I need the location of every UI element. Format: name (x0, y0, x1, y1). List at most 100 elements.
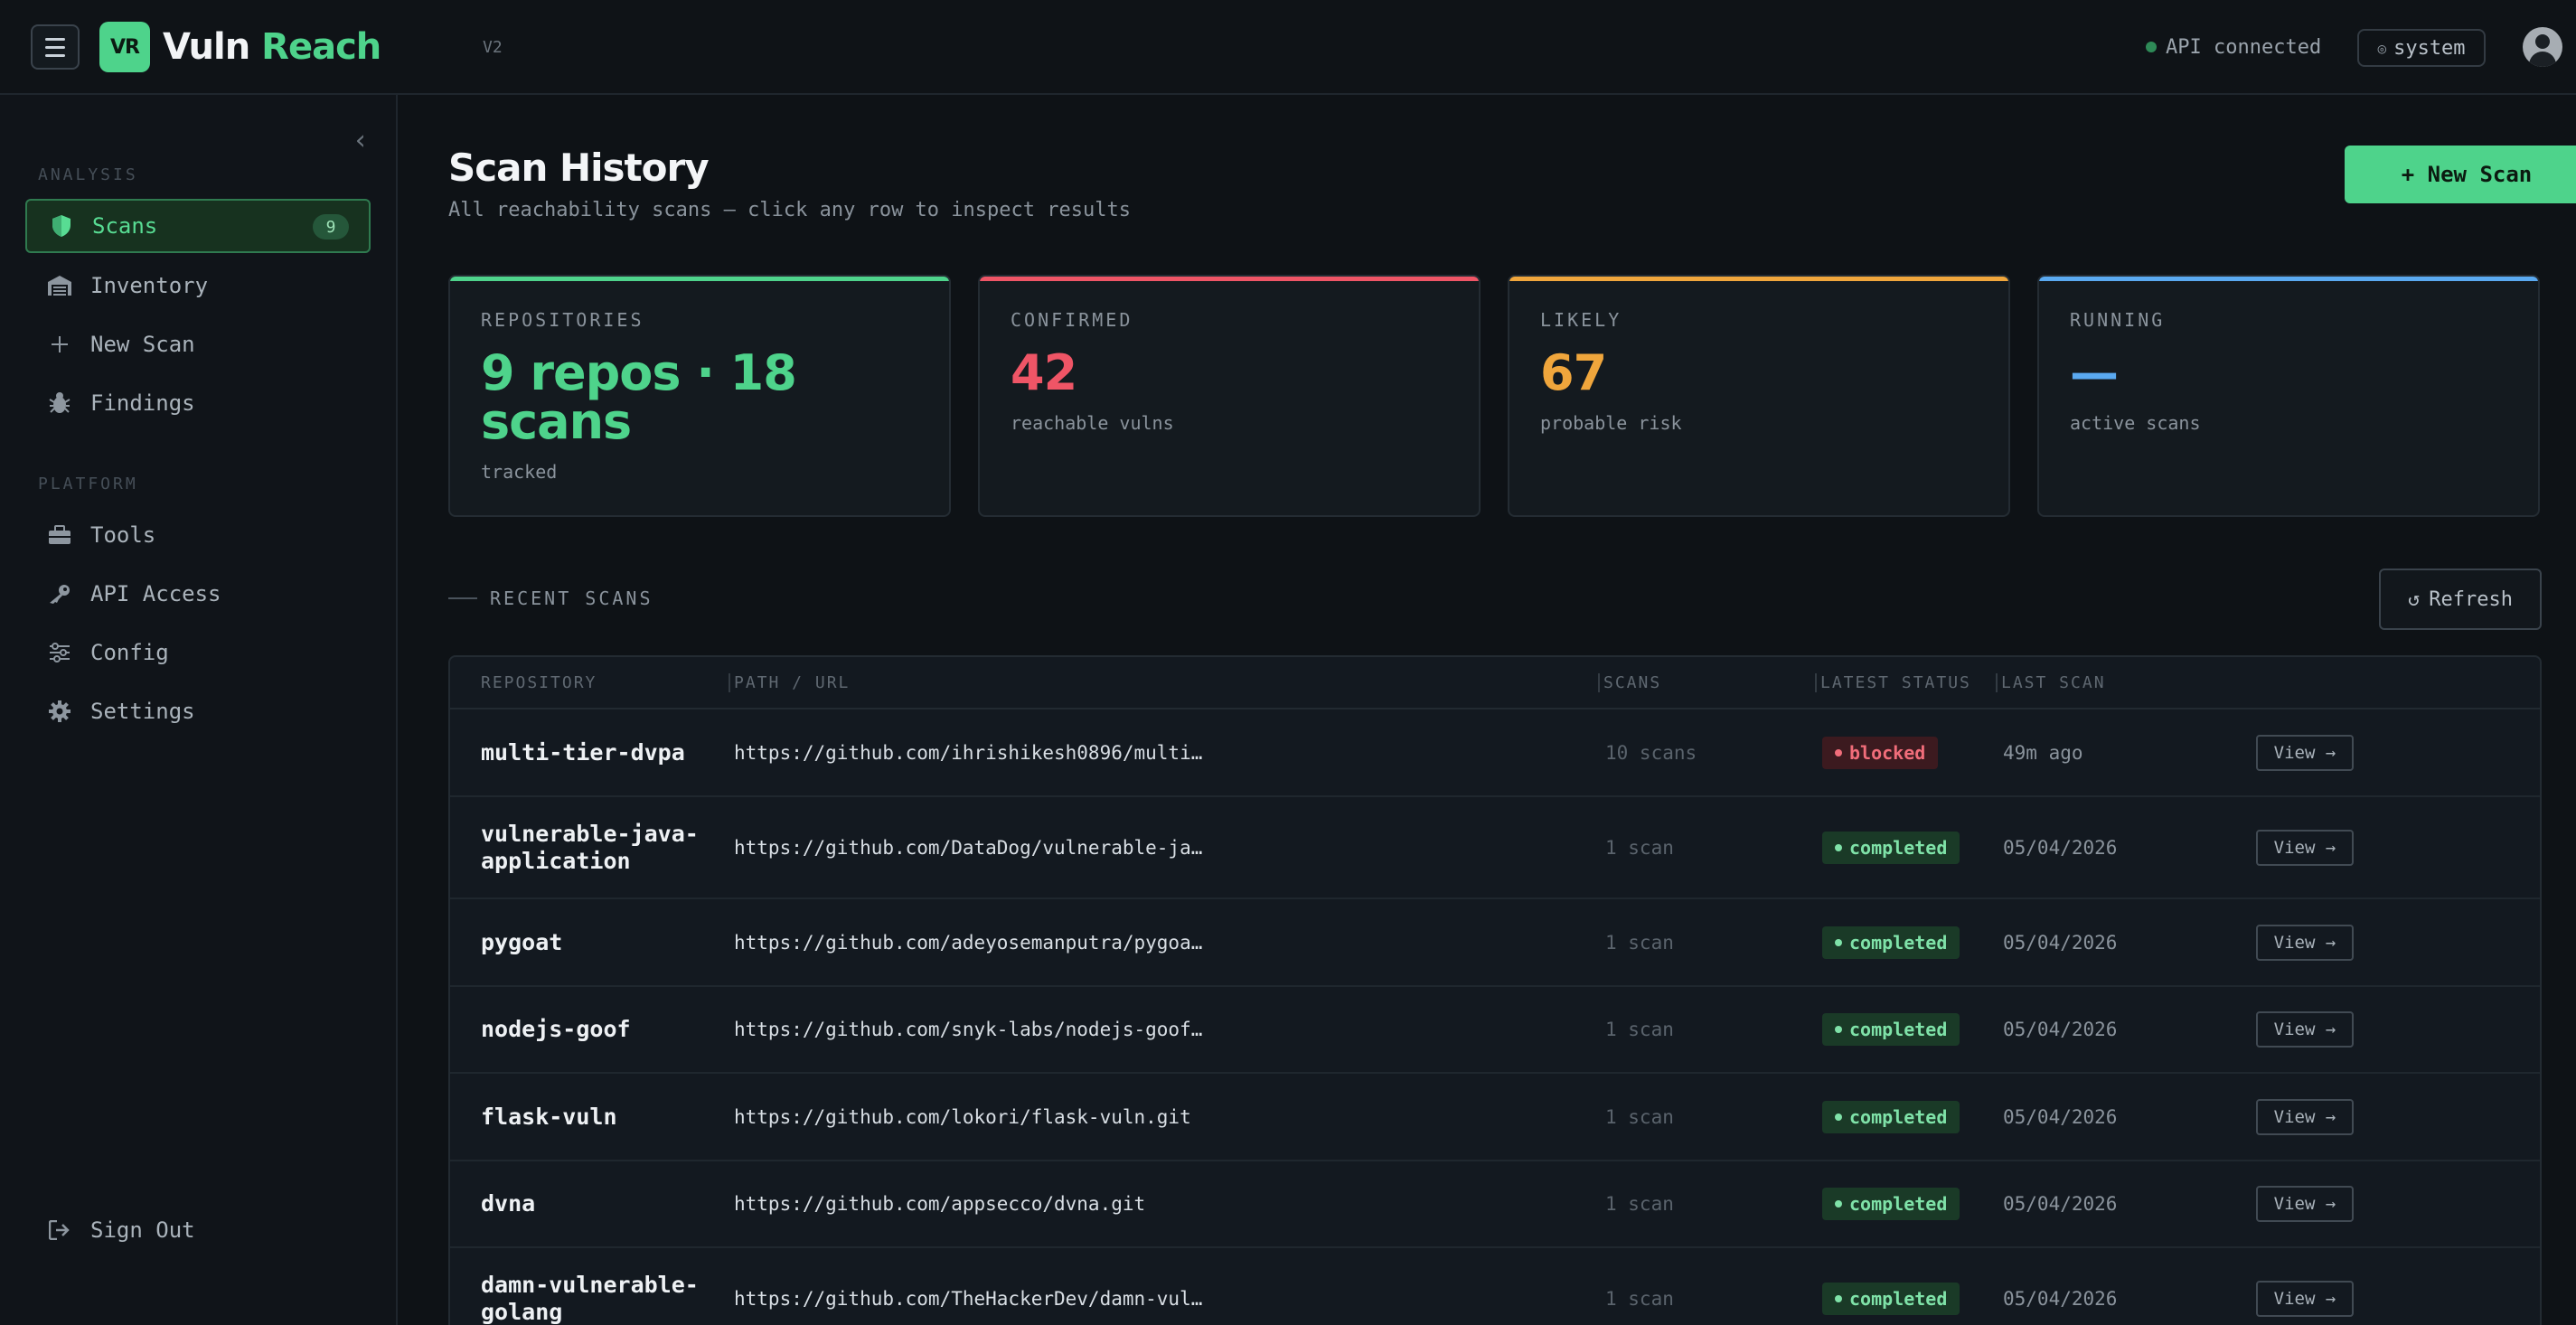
refresh-button[interactable]: ↺ Refresh (2379, 569, 2542, 630)
table-row[interactable]: dvna https://github.com/appsecco/dvna.gi… (450, 1161, 2540, 1248)
last-scan: 05/04/2026 (2003, 836, 2118, 859)
hamburger-icon-line (45, 37, 65, 41)
stat-value: — (2070, 344, 2119, 401)
scan-count: 1 scan (1605, 1019, 1674, 1040)
stat-label: REPOSITORIES (481, 309, 644, 331)
sidebar-item-findings[interactable]: Findings (25, 376, 371, 430)
repo-url: https://github.com/TheHackerDev/damn-vul… (734, 1287, 1203, 1310)
last-scan: 05/04/2026 (2003, 931, 2118, 954)
repo-name: flask-vuln (481, 1103, 617, 1130)
table-row[interactable]: flask-vuln https://github.com/lokori/fla… (450, 1074, 2540, 1161)
section-label-platform: PLATFORM (38, 475, 138, 493)
sidebar-item-tools[interactable]: Tools (25, 508, 371, 562)
sidebar-item-api-access[interactable]: API Access (25, 567, 371, 621)
view-button[interactable]: View → (2256, 734, 2354, 771)
sign-out-button[interactable]: Sign Out (25, 1203, 371, 1257)
stat-note: active scans (2070, 412, 2201, 434)
new-scan-button[interactable]: + New Scan (2345, 146, 2576, 203)
column-header-status[interactable]: LATEST STATUS (1815, 673, 1971, 692)
status-dot-icon (2146, 42, 2157, 52)
stat-card-running: RUNNING — active scans (2037, 275, 2540, 517)
repo-url: https://github.com/lokori/flask-vuln.git (734, 1105, 1191, 1128)
last-scan: 49m ago (2003, 741, 2083, 764)
repo-name: damn-vulnerable-golang (481, 1271, 699, 1325)
status-badge: completed (1822, 1013, 1960, 1046)
sidebar-item-inventory[interactable]: Inventory (25, 258, 371, 313)
avatar[interactable] (2523, 27, 2562, 67)
key-icon (47, 583, 72, 605)
collapse-sidebar-icon[interactable]: ‹ (353, 127, 369, 155)
view-button[interactable]: View → (2256, 1011, 2354, 1048)
plus-icon (47, 335, 72, 353)
heading-dash (448, 597, 477, 599)
scan-count: 1 scan (1605, 1287, 1674, 1310)
hamburger-icon-line (45, 53, 65, 57)
column-header-repository[interactable]: REPOSITORY (481, 673, 597, 692)
page-subtitle: All reachability scans — click any row t… (448, 199, 1131, 221)
table-row[interactable]: damn-vulnerable-golang https://github.co… (450, 1248, 2540, 1325)
card-accent-bar (980, 277, 1479, 281)
status-dot-icon (1835, 748, 1842, 756)
repo-name: pygoat (481, 928, 563, 955)
bug-icon (47, 391, 72, 415)
status-dot-icon (1835, 1113, 1842, 1121)
view-button[interactable]: View → (2256, 829, 2354, 866)
table-row[interactable]: vulnerable-java-application https://gith… (450, 797, 2540, 899)
column-header-last-scan[interactable]: LAST SCAN (1996, 673, 2106, 692)
scan-count: 1 scan (1605, 836, 1674, 859)
theme-label: system (2393, 36, 2466, 60)
recent-scans-label: RECENT SCANS (490, 587, 653, 609)
sidebar-item-label: New Scan (90, 332, 195, 357)
sidebar-item-scans[interactable]: Scans 9 (25, 199, 371, 253)
sidebar-item-new-scan[interactable]: New Scan (25, 317, 371, 371)
view-button[interactable]: View → (2256, 1098, 2354, 1135)
avatar-head-icon (2535, 34, 2550, 49)
theme-toggle-button[interactable]: ◎ system (2357, 29, 2486, 67)
sidebar-item-label: API Access (90, 581, 221, 606)
view-button[interactable]: View → (2256, 924, 2354, 961)
table-row[interactable]: pygoat https://github.com/adeyosemanputr… (450, 899, 2540, 987)
status-text: completed (1849, 836, 1948, 859)
card-accent-bar (2039, 277, 2538, 281)
status-dot-icon (1835, 1026, 1842, 1033)
status-badge: completed (1822, 831, 1960, 864)
gear-icon (47, 700, 72, 722)
toolbox-icon (47, 525, 72, 545)
page-title: Scan History (448, 146, 710, 190)
sidebar-item-label: Inventory (90, 273, 209, 298)
view-button[interactable]: View → (2256, 1280, 2354, 1317)
scan-count: 1 scan (1605, 1193, 1674, 1215)
api-status-text: API connected (2166, 35, 2322, 59)
view-button[interactable]: View → (2256, 1186, 2354, 1222)
status-badge: completed (1822, 1188, 1960, 1220)
sidebar-item-label: Config (90, 640, 169, 665)
sidebar-item-label: Settings (90, 699, 195, 724)
scans-table: REPOSITORY PATH / URL SCANS LATEST STATU… (448, 655, 2542, 1325)
sidebar-item-label: Scans (92, 213, 158, 239)
stat-note: tracked (481, 461, 558, 483)
sidebar-item-label: Tools (90, 522, 156, 548)
column-header-scans[interactable]: SCANS (1598, 673, 1661, 692)
status-text: completed (1849, 1019, 1948, 1040)
sidebar-item-config[interactable]: Config (25, 625, 371, 680)
hamburger-menu-button[interactable] (31, 24, 80, 70)
repo-name: multi-tier-dvpa (481, 738, 685, 766)
status-text: completed (1849, 1287, 1948, 1310)
sidebar: ‹ ANALYSIS Scans 9 Inventory New Scan Fi… (0, 95, 398, 1325)
scan-count: 10 scans (1605, 741, 1697, 764)
repo-url: https://github.com/ihrishikesh0896/multi… (734, 741, 1203, 764)
last-scan: 05/04/2026 (2003, 1287, 2118, 1310)
recent-scans-heading: RECENT SCANS (448, 587, 653, 609)
column-header-path[interactable]: PATH / URL (729, 673, 850, 692)
card-accent-bar (1509, 277, 2008, 281)
sliders-icon (47, 643, 72, 662)
status-dot-icon (1835, 1294, 1842, 1302)
stat-value: 67 (1540, 344, 1607, 401)
status-text: completed (1849, 931, 1948, 954)
table-row[interactable]: nodejs-goof https://github.com/snyk-labs… (450, 987, 2540, 1074)
table-row[interactable]: multi-tier-dvpa https://github.com/ihris… (450, 709, 2540, 797)
sidebar-item-settings[interactable]: Settings (25, 684, 371, 738)
app-name-part1: Vuln (163, 26, 250, 68)
status-badge: completed (1822, 926, 1960, 959)
status-badge: completed (1822, 1100, 1960, 1133)
